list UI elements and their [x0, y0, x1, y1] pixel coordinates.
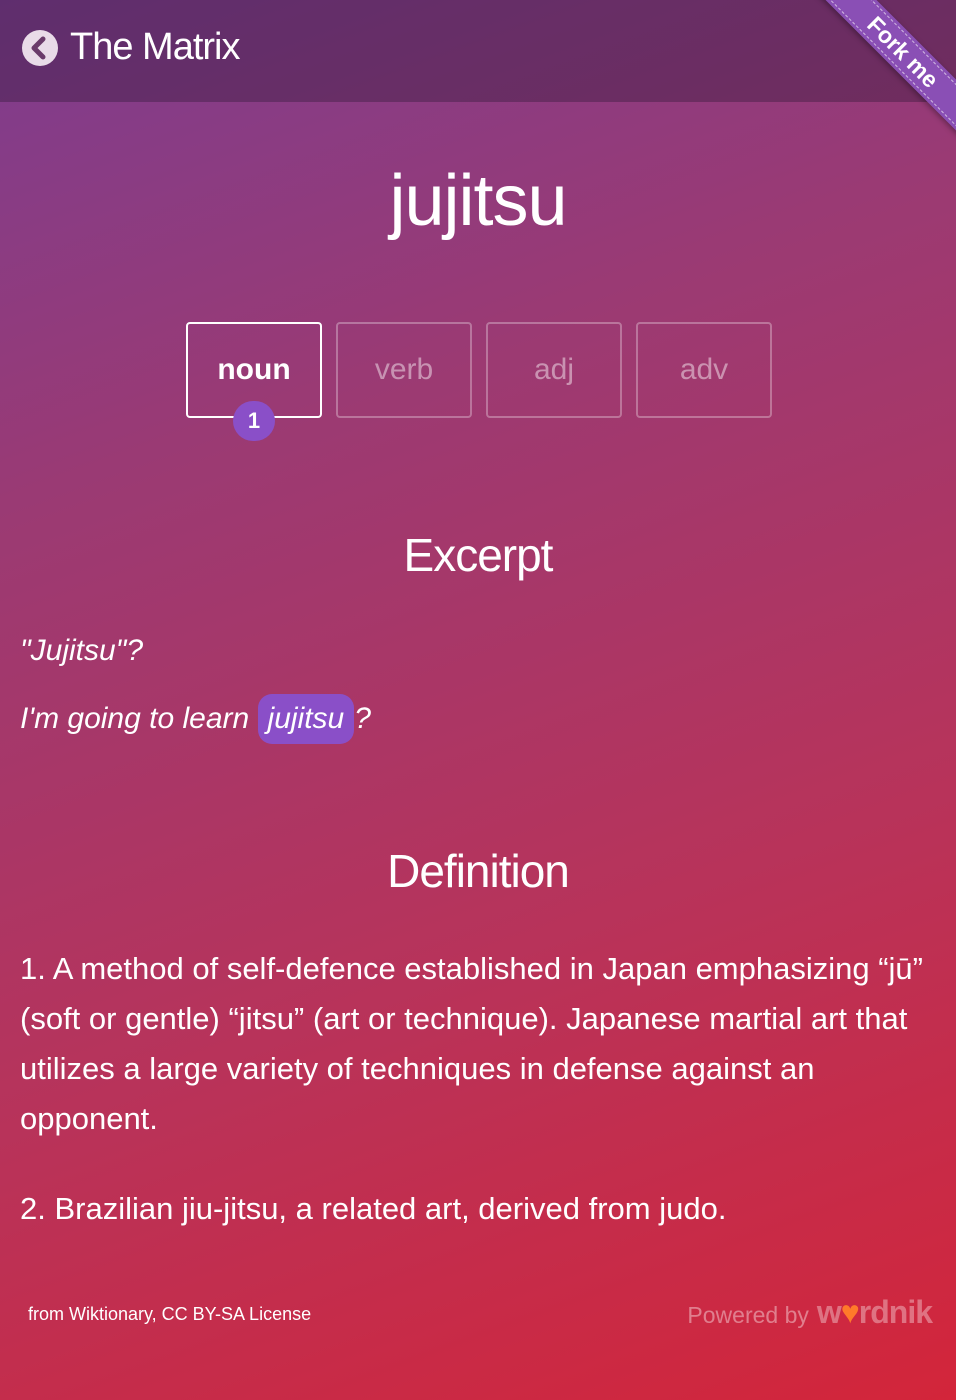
excerpt-line-1: "Jujitsu"? — [20, 634, 144, 667]
back-chevron-icon[interactable] — [22, 30, 58, 66]
excerpt-line-2: I'm going to learn jujitsu? — [20, 694, 371, 744]
source-credit[interactable]: from Wiktionary, CC BY-SA License — [28, 1304, 311, 1325]
word-title: jujitsu — [389, 161, 567, 241]
noun-count-badge: 1 — [233, 401, 275, 441]
excerpt-word-highlight: jujitsu — [257, 694, 355, 744]
excerpt-text-before: I'm going to learn — [20, 702, 258, 735]
definition-item: 2. Brazilian jiu-jitsu, a related art, d… — [20, 1191, 727, 1226]
powered-by-wordnik[interactable]: Powered by w♥rdnik — [687, 1294, 933, 1331]
excerpt-text-after: ? — [354, 702, 371, 735]
definition-item: 1. A method of self-defence established … — [20, 951, 923, 1136]
wordnik-logo: w♥rdnik — [816, 1294, 933, 1330]
powered-by-label: Powered by — [687, 1302, 809, 1328]
fork-me-ribbon[interactable]: Fork me — [806, 0, 956, 150]
heart-icon: ♥ — [840, 1294, 860, 1330]
fork-me-label[interactable]: Fork me — [808, 0, 956, 147]
page-title: The Matrix — [70, 26, 240, 68]
tab-verb[interactable]: verb — [336, 322, 472, 418]
tab-adj[interactable]: adj — [486, 322, 622, 418]
excerpt-heading: Excerpt — [403, 529, 554, 581]
tab-adv[interactable]: adv — [636, 322, 772, 418]
definition-heading: Definition — [387, 845, 570, 897]
